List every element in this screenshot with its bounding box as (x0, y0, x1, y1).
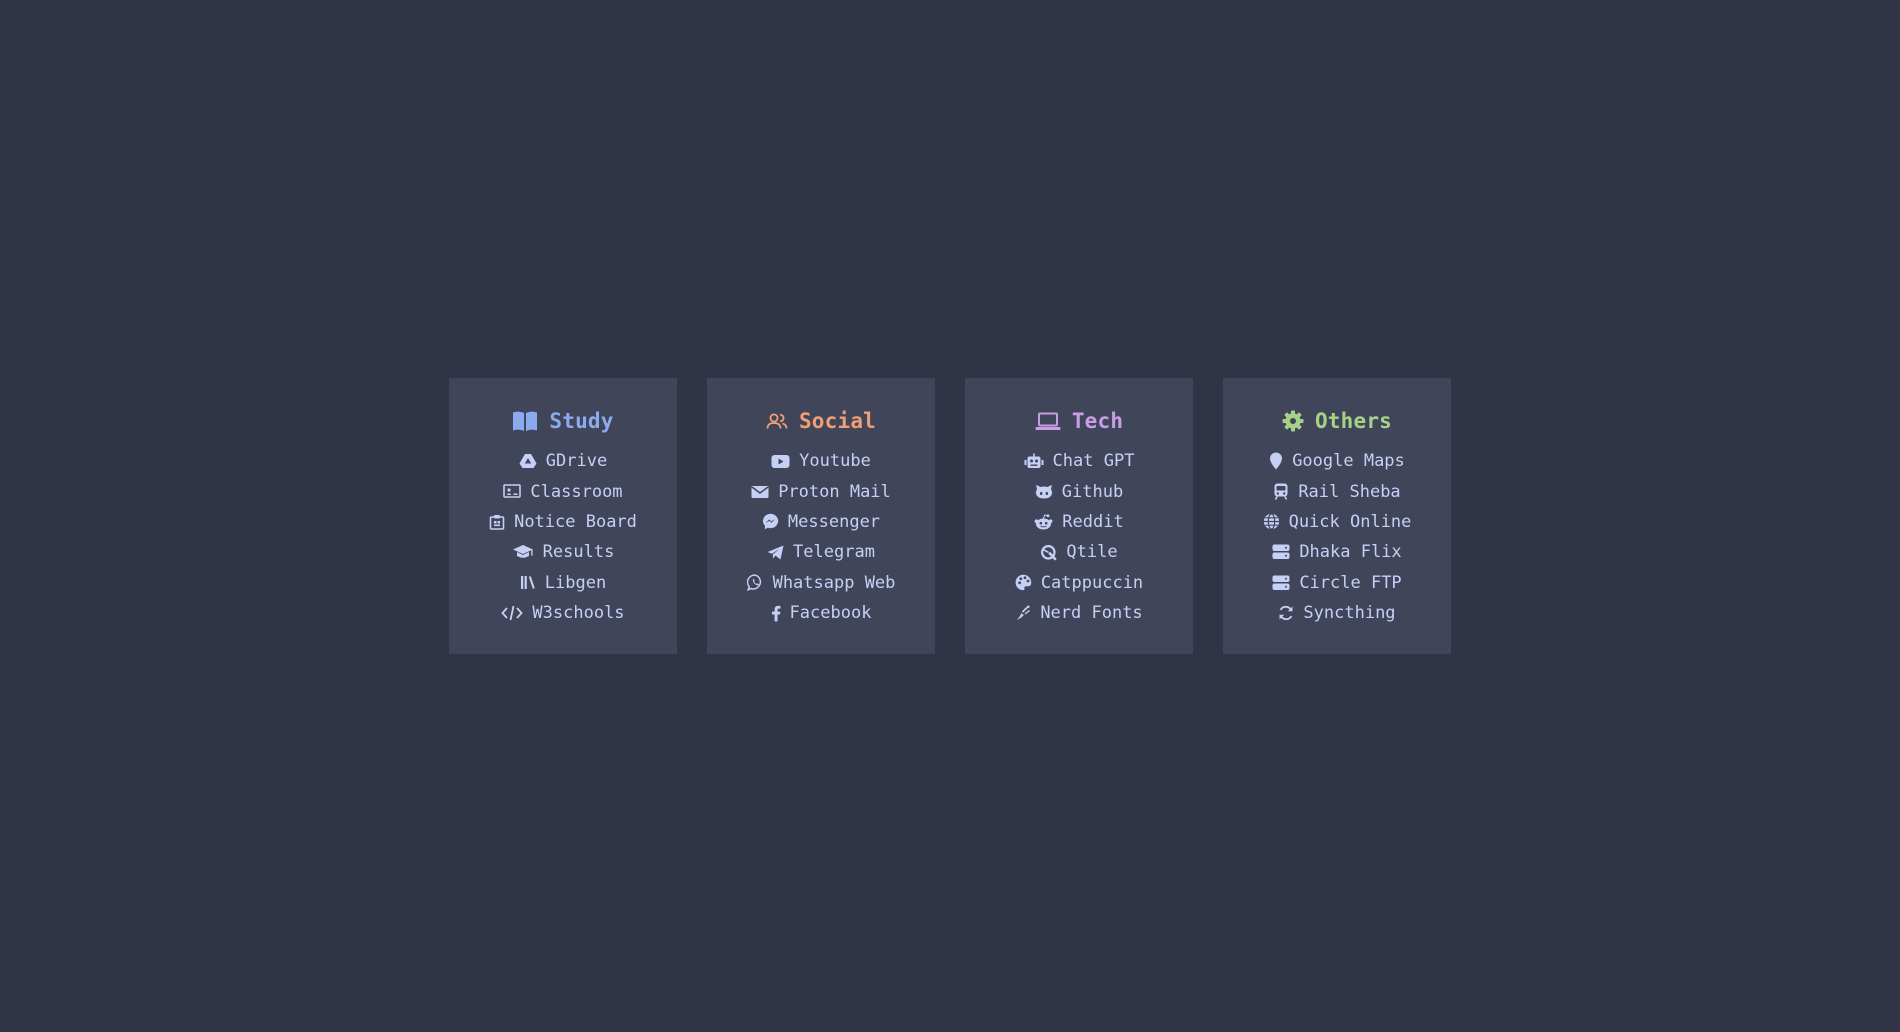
link-list: Chat GPT Github Reddit Qtile Catppuccin … (1015, 446, 1143, 628)
server-icon (1272, 544, 1290, 560)
link-label: Dhaka Flix (1299, 542, 1402, 563)
github-icon (1035, 484, 1053, 499)
train-icon (1273, 483, 1289, 500)
link-label: Notice Board (514, 511, 637, 532)
link-whatsapp-web[interactable]: Whatsapp Web (746, 568, 896, 598)
link-qtile[interactable]: Qtile (1040, 537, 1118, 567)
link-messenger[interactable]: Messenger (762, 507, 880, 537)
card-title: Tech (1071, 409, 1124, 433)
nerd-fonts-icon (1015, 605, 1031, 621)
clipboard-icon (489, 514, 505, 530)
card-others: Others Google Maps Rail Sheba Quick Onli… (1223, 378, 1451, 654)
link-label: Quick Online (1288, 511, 1412, 532)
link-nerd-fonts[interactable]: Nerd Fonts (1015, 598, 1143, 628)
link-label: Github (1061, 481, 1124, 502)
books-icon (520, 575, 536, 590)
link-catppuccin[interactable]: Catppuccin (1015, 568, 1143, 598)
link-label: Nerd Fonts (1040, 603, 1143, 624)
link-youtube[interactable]: Youtube (771, 446, 871, 476)
link-w3schools[interactable]: W3schools (501, 598, 625, 628)
messenger-icon (762, 513, 779, 530)
card-tech: Tech Chat GPT Github Reddit Qtile Catppu… (965, 378, 1193, 654)
link-label: Classroom (530, 481, 623, 502)
youtube-icon (771, 454, 790, 469)
link-proton-mail[interactable]: Proton Mail (751, 476, 891, 506)
link-gdrive[interactable]: GDrive (519, 446, 607, 476)
link-label: Circle FTP (1299, 572, 1402, 593)
link-label: Syncthing (1303, 603, 1396, 624)
envelope-icon (751, 485, 769, 499)
link-circle-ftp[interactable]: Circle FTP (1272, 568, 1402, 598)
link-label: Telegram (793, 542, 875, 563)
card-social: Social Youtube Proton Mail Messenger Tel… (707, 378, 935, 654)
link-label: Youtube (799, 451, 871, 472)
card-title: Social (798, 409, 877, 433)
card-title: Others (1314, 409, 1393, 433)
card-header: Tech (1035, 407, 1123, 435)
bookmark-grid: Study GDrive Classroom Notice Board Resu… (449, 378, 1451, 654)
robot-icon (1024, 453, 1044, 469)
card-header: Study (512, 407, 613, 435)
telegram-icon (767, 545, 784, 560)
graduation-cap-icon (512, 544, 534, 560)
link-label: Rail Sheba (1298, 481, 1401, 502)
map-pin-icon (1269, 452, 1283, 470)
link-list: Google Maps Rail Sheba Quick Online Dhak… (1263, 446, 1412, 628)
link-list: Youtube Proton Mail Messenger Telegram W… (746, 446, 896, 628)
link-label: Reddit (1062, 511, 1124, 532)
link-dhaka-flix[interactable]: Dhaka Flix (1272, 537, 1402, 567)
link-label: W3schools (532, 603, 625, 624)
whatsapp-icon (746, 574, 764, 592)
reddit-icon (1034, 514, 1053, 530)
link-libgen[interactable]: Libgen (520, 568, 606, 598)
card-study: Study GDrive Classroom Notice Board Resu… (449, 378, 677, 654)
server-icon (1272, 575, 1290, 591)
link-label: Whatsapp Web (772, 572, 896, 593)
link-label: Google Maps (1292, 451, 1405, 472)
gear-icon (1282, 410, 1304, 432)
link-label: GDrive (545, 451, 608, 472)
card-header: Social (766, 407, 876, 435)
link-notice-board[interactable]: Notice Board (489, 507, 637, 537)
link-label: Proton Mail (778, 481, 891, 502)
link-github[interactable]: Github (1035, 476, 1123, 506)
qtile-icon (1040, 544, 1058, 561)
card-header: Others (1282, 407, 1392, 435)
link-list: GDrive Classroom Notice Board Results Li… (489, 446, 637, 628)
facebook-icon (771, 605, 781, 622)
book-open-icon (512, 410, 538, 432)
link-reddit[interactable]: Reddit (1034, 507, 1124, 537)
card-title: Study (549, 409, 614, 433)
link-label: Messenger (787, 511, 881, 532)
link-telegram[interactable]: Telegram (767, 537, 875, 567)
link-rail-sheba[interactable]: Rail Sheba (1273, 476, 1401, 506)
link-syncthing[interactable]: Syncthing (1278, 598, 1396, 628)
link-label: Chat GPT (1052, 451, 1135, 472)
link-facebook[interactable]: Facebook (771, 598, 872, 628)
sync-icon (1278, 605, 1294, 621)
link-label: Qtile (1066, 542, 1118, 563)
link-quick-online[interactable]: Quick Online (1263, 507, 1412, 537)
google-drive-icon (519, 453, 537, 469)
link-results[interactable]: Results (512, 537, 615, 567)
link-label: Results (542, 542, 615, 563)
laptop-icon (1035, 412, 1061, 431)
users-icon (766, 412, 788, 430)
code-icon (501, 605, 524, 621)
palette-icon (1015, 574, 1032, 591)
link-classroom[interactable]: Classroom (503, 476, 623, 506)
chalkboard-icon (503, 484, 522, 499)
link-label: Catppuccin (1040, 572, 1144, 593)
globe-icon (1263, 513, 1280, 531)
link-label: Libgen (544, 572, 607, 593)
link-google-maps[interactable]: Google Maps (1269, 446, 1405, 476)
link-label: Facebook (789, 603, 872, 624)
link-chat-gpt[interactable]: Chat GPT (1024, 446, 1135, 476)
